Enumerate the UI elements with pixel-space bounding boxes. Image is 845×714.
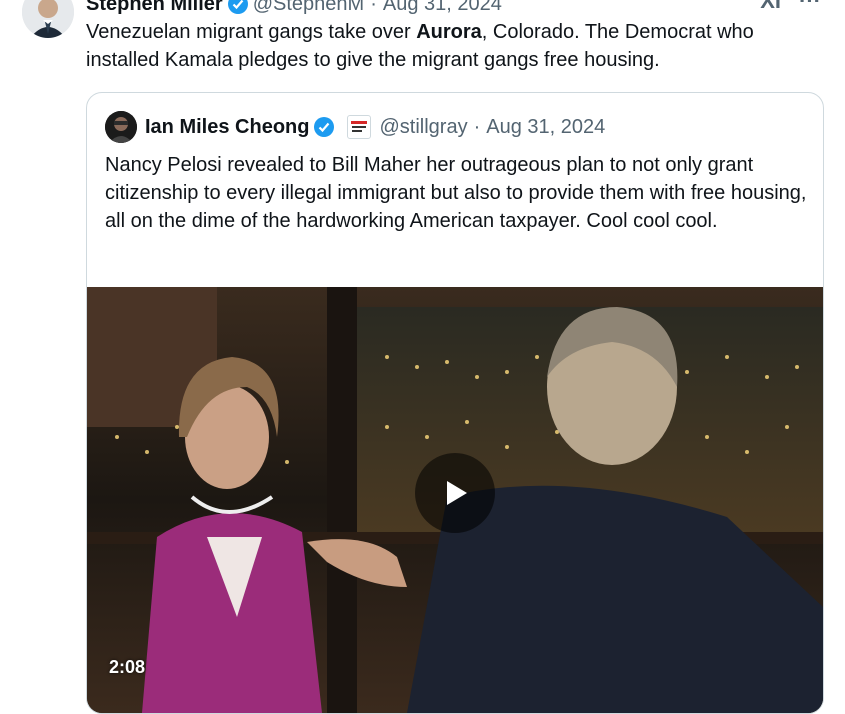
affiliate-badge-icon[interactable] (347, 115, 372, 139)
verified-badge-icon (227, 0, 249, 15)
quoted-tweet-header: Ian Miles Cheong @stillgray · Aug 31, 20… (105, 111, 605, 143)
play-button[interactable] (415, 453, 495, 533)
separator-dot: · (473, 115, 481, 138)
tweet-text-bold: Aurora (416, 21, 482, 43)
author-handle[interactable]: @StephenM (253, 0, 364, 16)
author-name[interactable]: Stephen Miller (86, 0, 223, 16)
verified-badge-icon (313, 116, 335, 138)
tweet-header: Stephen Miller @StephenM · Aug 31, 2024 (86, 0, 502, 16)
author-avatar[interactable] (22, 0, 74, 38)
quoted-tweet-card[interactable]: Ian Miles Cheong @stillgray · Aug 31, 20… (86, 92, 824, 714)
quoted-author-name[interactable]: Ian Miles Cheong (145, 116, 309, 139)
tweet-actions-top: XI ··· (760, 0, 821, 14)
quoted-author-handle[interactable]: @stillgray (379, 116, 467, 139)
quoted-author-avatar[interactable] (105, 111, 137, 143)
video-player[interactable]: 2:08 (87, 287, 823, 713)
tweet-date[interactable]: Aug 31, 2024 (383, 0, 502, 16)
tweet-text: Venezuelan migrant gangs take over Auror… (86, 18, 821, 74)
quoted-tweet-date[interactable]: Aug 31, 2024 (486, 116, 605, 139)
separator-dot: · (370, 0, 377, 15)
play-icon (447, 481, 467, 505)
grok-icon[interactable]: XI (760, 0, 781, 14)
quoted-tweet-text: Nancy Pelosi revealed to Bill Maher her … (105, 154, 807, 232)
more-icon[interactable]: ··· (799, 0, 821, 14)
tweet-text-part: Venezuelan migrant gangs take over (86, 21, 417, 43)
video-duration: 2:08 (109, 657, 146, 677)
